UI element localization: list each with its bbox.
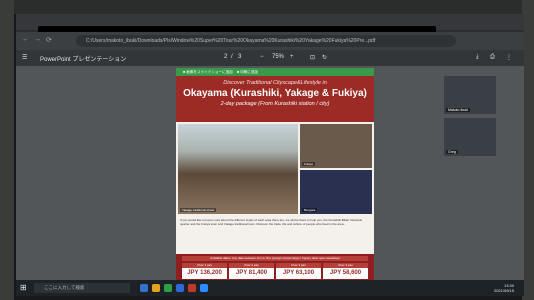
craft-photo: Bengara [300,170,372,214]
zoom-out-button[interactable]: − [260,54,264,60]
street-photo-caption: Yakage traditional street [180,208,217,212]
price-cell: Over 1 pax JPY 136,200 [182,263,227,279]
task-view-icon[interactable] [140,284,148,292]
price-value: JPY 63,100 [282,270,315,276]
add-to-slideshow-button[interactable]: ■ 画像をスライドショーに追加 [180,69,236,75]
participant-name: Greg [446,150,458,154]
mail-icon[interactable] [176,284,184,292]
clock-date: 2021/09/15 [493,288,514,293]
banner-subtitle: Discover Traditional Cityscape&Lifestyle… [223,80,327,86]
document-title: PowerPoint プレゼンテーション [40,57,127,63]
price-cell: Over 2 pax JPY 81,400 [229,263,274,279]
page-total: 3 [238,54,242,60]
more-options-icon[interactable]: ⋮ [506,54,512,61]
monitor-bezel-left [0,0,14,300]
price-row: Over 1 pax JPY 136,200 Over 2 pax JPY 81… [182,263,368,279]
availability-note: Available dates: Any date between Jun to… [182,256,368,261]
slide-toolbar: ■ 画像をスライドショーに追加 ■ 印刷に追加 [176,68,374,76]
reload-button[interactable]: ⟳ [46,36,52,44]
village-photo: Fukiya [300,124,372,168]
windows-start-icon[interactable]: ⊞ [20,283,27,292]
price-cell: Over 3 pax JPY 63,100 [276,263,321,279]
pdf-page: ■ 画像をスライドショーに追加 ■ 印刷に追加 Discover Traditi… [176,68,374,280]
download-icon[interactable]: ⤓ [476,54,479,61]
participant-name: Makoto Ibuki [446,108,470,112]
back-button[interactable]: ← [22,36,29,43]
windows-taskbar: ⊞ ここに入力して検索 13:30 2021/09/15 [16,280,524,296]
fit-page-icon[interactable]: ⊡ [310,54,315,61]
browser-icon[interactable] [164,284,172,292]
taskbar-clock[interactable]: 13:30 2021/09/15 [494,283,514,293]
file-explorer-icon[interactable] [152,284,160,292]
zoom-in-button[interactable]: + [290,54,294,60]
url-field[interactable]: C:/Users/makoto_ibuki/Downloads/Pls/Wind… [76,35,456,47]
craft-photo-caption: Bengara [302,208,318,212]
banner-package: 2-day package (From Kurashiki station / … [220,101,330,107]
price-cell: Over 4 pax JPY 58,600 [323,263,368,279]
banner-title: Okayama (Kurashiki, Yakage & Fukiya) [183,88,367,99]
price-value: JPY 81,400 [235,270,268,276]
price-value: JPY 136,200 [187,270,222,276]
video-tile-participant-2[interactable]: Greg [444,118,496,156]
forward-button[interactable]: → [34,36,41,43]
monitor-bezel-top [0,0,534,14]
zoom-level: 75% [272,54,285,60]
screen: ← → ⟳ C:/Users/makoto_ibuki/Downloads/Pl… [16,14,524,296]
add-to-print-button[interactable]: ■ 印刷に追加 [234,69,261,75]
tour-description: If you would like to know more about the… [180,218,362,226]
print-icon[interactable]: ⎙ [490,54,495,61]
menu-icon[interactable]: ☰ [22,54,27,61]
powerpoint-icon[interactable] [188,284,196,292]
price-table: Available dates: Any date between Jun to… [176,254,374,280]
rotate-icon[interactable]: ↻ [322,54,327,61]
taskbar-search-input[interactable]: ここに入力して検索 [34,283,130,293]
video-tile-participant-1[interactable]: Makoto Ibuki [444,76,496,114]
street-photo: Yakage traditional street [178,124,298,214]
page-separator: / [231,54,233,60]
meeting-app-icon[interactable] [200,284,208,292]
village-photo-caption: Fukiya [302,162,315,166]
tour-banner: Discover Traditional Cityscape&Lifestyle… [176,76,374,122]
pdf-viewer-toolbar: ☰ PowerPoint プレゼンテーション 2 / 3 − 75% + ⊡ ↻… [16,50,524,66]
price-value: JPY 58,600 [329,270,362,276]
page-current[interactable]: 2 [224,54,227,60]
